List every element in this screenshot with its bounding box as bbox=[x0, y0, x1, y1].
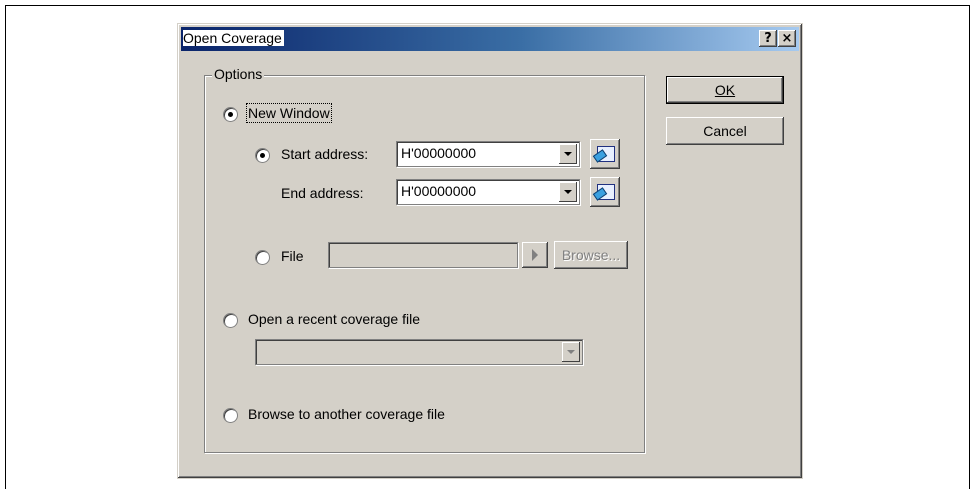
new-window-radio[interactable] bbox=[223, 107, 238, 122]
close-button[interactable]: × bbox=[778, 30, 796, 47]
browse-other-label: Browse to another coverage file bbox=[248, 406, 445, 422]
title-bar: Open Coverage ? × bbox=[181, 27, 799, 51]
end-address-value: H'00000000 bbox=[401, 183, 477, 199]
recent-file-radio[interactable] bbox=[223, 313, 238, 328]
browse-other-radio[interactable] bbox=[223, 408, 238, 423]
help-button[interactable]: ? bbox=[759, 30, 777, 47]
recent-file-combo[interactable] bbox=[255, 339, 583, 365]
cancel-button-label: Cancel bbox=[703, 123, 747, 139]
start-address-radio[interactable] bbox=[255, 148, 270, 163]
address-picker-icon bbox=[597, 184, 615, 200]
end-address-picker-button[interactable] bbox=[590, 177, 620, 207]
address-picker-icon bbox=[597, 146, 615, 162]
dialog-title: Open Coverage bbox=[183, 30, 284, 46]
file-label: File bbox=[281, 248, 304, 264]
start-address-value: H'00000000 bbox=[401, 145, 477, 161]
start-address-combo[interactable]: H'00000000 bbox=[396, 141, 580, 167]
open-coverage-dialog: Open Coverage ? × OK Cancel Options New … bbox=[177, 23, 803, 479]
chevron-down-icon[interactable] bbox=[562, 342, 580, 362]
end-address-combo[interactable]: H'00000000 bbox=[396, 179, 580, 205]
file-path-input[interactable] bbox=[328, 242, 518, 268]
file-arrow-button[interactable] bbox=[522, 242, 548, 268]
new-window-label[interactable]: New Window bbox=[246, 103, 332, 123]
end-address-label: End address: bbox=[281, 185, 364, 201]
start-address-radio-dot bbox=[260, 153, 265, 158]
browse-button[interactable]: Browse... bbox=[554, 241, 628, 269]
new-window-radio-dot bbox=[228, 112, 233, 117]
start-address-picker-button[interactable] bbox=[590, 139, 620, 169]
file-radio[interactable] bbox=[255, 250, 270, 265]
ok-button[interactable]: OK bbox=[666, 76, 784, 104]
start-address-label: Start address: bbox=[281, 146, 369, 162]
chevron-down-icon[interactable] bbox=[559, 144, 577, 164]
recent-file-label: Open a recent coverage file bbox=[248, 311, 420, 327]
options-group-label: Options bbox=[212, 66, 265, 82]
cancel-button[interactable]: Cancel bbox=[666, 117, 784, 145]
ok-button-label: OK bbox=[714, 82, 736, 98]
chevron-down-icon[interactable] bbox=[559, 182, 577, 202]
